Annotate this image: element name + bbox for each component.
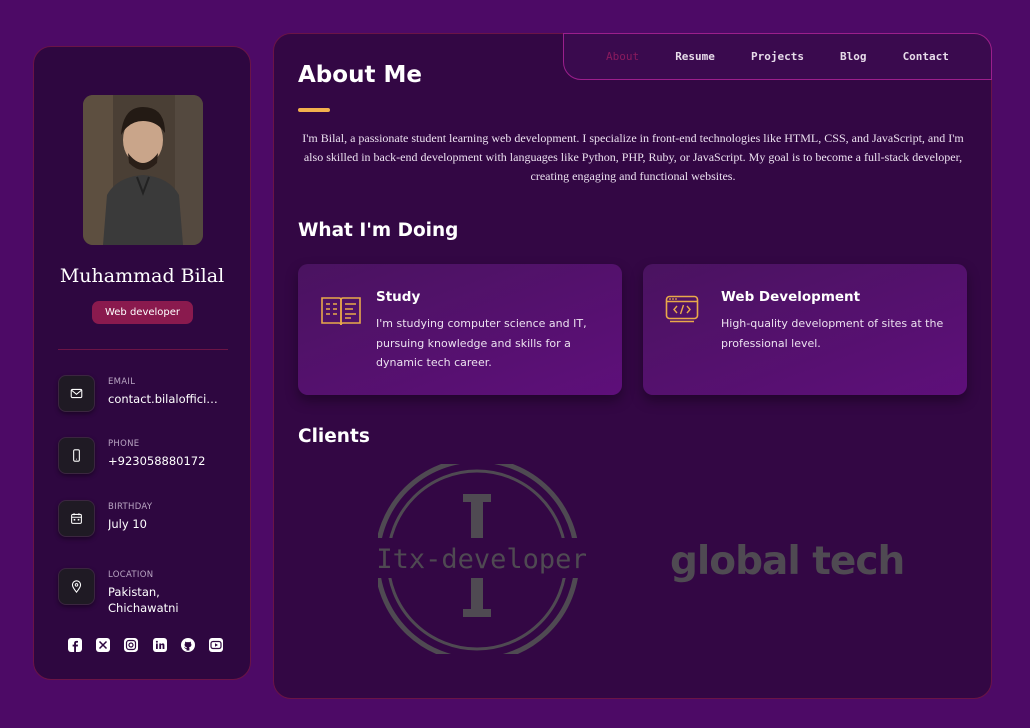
birthday-value: July 10	[108, 517, 147, 531]
svg-text:global tech: global tech	[670, 539, 904, 584]
main-panel: About Resume Projects Blog Contact About…	[273, 33, 992, 699]
contact-label: LOCATION	[108, 570, 154, 580]
contact-phone: PHONE +923058880172	[58, 437, 243, 474]
section-title-clients: Clients	[298, 426, 370, 447]
divider	[58, 349, 228, 350]
linkedin-icon[interactable]	[152, 637, 167, 652]
location-icon	[58, 568, 95, 605]
about-text: I'm Bilal, a passionate student learning…	[302, 131, 964, 183]
nav-about[interactable]: About	[606, 50, 639, 63]
social-links	[68, 637, 223, 652]
calendar-icon	[58, 500, 95, 537]
x-icon[interactable]	[96, 637, 111, 652]
youtube-icon[interactable]	[208, 637, 223, 652]
role-badge: Web developer	[92, 301, 193, 324]
code-window-icon	[665, 295, 699, 327]
book-icon	[320, 295, 362, 331]
card-text: I'm studying computer science and IT, pu…	[376, 317, 587, 369]
contact-birthday: BIRTHDAY July 10	[58, 500, 243, 537]
service-card-study: Study I'm studying computer science and …	[298, 264, 622, 395]
contact-label: PHONE	[108, 439, 140, 449]
card-title: Web Development	[721, 289, 861, 305]
phone-link[interactable]: +923058880172	[108, 453, 205, 469]
mail-icon	[58, 375, 95, 412]
facebook-icon[interactable]	[68, 637, 82, 652]
contact-label: EMAIL	[108, 377, 136, 387]
client-logo-global-tech[interactable]: global tech	[670, 534, 905, 588]
nav-blog[interactable]: Blog	[840, 50, 867, 63]
client-logo-itx-developer[interactable]: Itx-developer	[374, 457, 588, 663]
profile-name: Muhammad Bilal	[59, 265, 225, 287]
instagram-icon[interactable]	[124, 637, 139, 652]
location-value: Pakistan, Chichawatni	[108, 585, 179, 615]
contact-email: EMAIL contact.bilalofficial...	[58, 375, 243, 412]
top-nav: About Resume Projects Blog Contact	[563, 33, 992, 80]
service-card-webdev: Web Development High-quality development…	[643, 264, 967, 395]
svg-text:Itx-developer: Itx-developer	[378, 544, 586, 575]
email-link[interactable]: contact.bilalofficial...	[108, 391, 220, 407]
title-underline	[298, 108, 330, 112]
avatar	[83, 95, 203, 245]
profile-sidebar: Muhammad Bilal Web developer EMAIL conta…	[33, 46, 251, 680]
contact-location: LOCATION Pakistan, Chichawatni	[58, 568, 243, 616]
card-text: High-quality development of sites at the…	[721, 317, 944, 350]
phone-icon	[58, 437, 95, 474]
github-icon[interactable]	[180, 637, 195, 652]
nav-projects[interactable]: Projects	[751, 50, 804, 63]
card-title: Study	[376, 289, 421, 305]
nav-contact[interactable]: Contact	[903, 50, 949, 63]
nav-resume[interactable]: Resume	[675, 50, 715, 63]
contact-label: BIRTHDAY	[108, 502, 153, 512]
section-title-doing: What I'm Doing	[298, 220, 459, 241]
page-title: About Me	[298, 62, 422, 88]
